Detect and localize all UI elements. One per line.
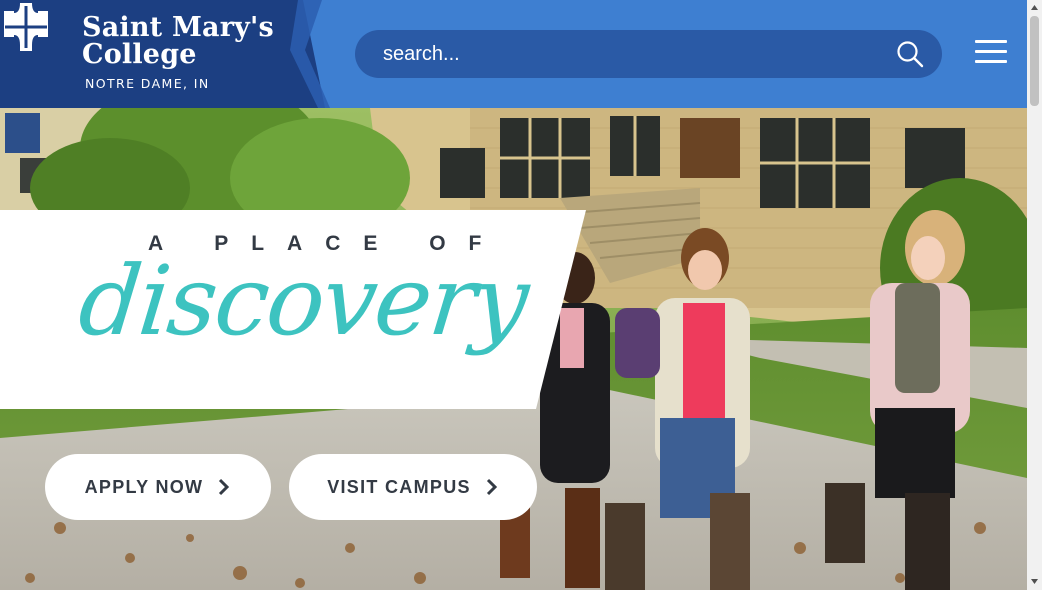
search-bar [355,30,942,78]
tagline-script: discovery [74,245,533,357]
apply-now-label: APPLY NOW [84,476,204,497]
search-input[interactable] [383,30,883,78]
search-icon[interactable] [896,40,924,68]
logo-name: Saint Mary's College [82,14,274,68]
menu-bar-top [975,40,1007,43]
visit-campus-label: VISIT CAMPUS [327,476,471,497]
chevron-right-icon [219,478,230,496]
hero-banner: A PLACE OF discovery APPLY NOW VISIT CAM… [0,108,1027,590]
scroll-down-arrow-icon[interactable] [1030,577,1039,586]
page-scrollbar[interactable] [1027,0,1042,590]
menu-bar-middle [975,50,1007,53]
logo-name-line2: College [82,39,197,70]
logo-name-line1: Saint Mary's [82,12,274,43]
hamburger-menu-icon[interactable] [975,38,1007,64]
apply-now-button[interactable]: APPLY NOW [45,454,271,520]
logo-link[interactable]: Saint Mary's College NOTRE DAME, IN [0,0,330,108]
chevron-right-icon [486,478,497,496]
page: Saint Mary's College NOTRE DAME, IN sear… [0,0,1027,590]
site-header: Saint Mary's College NOTRE DAME, IN [0,0,1027,108]
menu-bar-bottom [975,60,1007,63]
visit-campus-button[interactable]: VISIT CAMPUS [289,454,537,520]
cross-emblem-icon [4,3,48,51]
scroll-thumb[interactable] [1030,16,1039,106]
scroll-up-arrow-icon[interactable] [1030,3,1039,12]
logo-location: NOTRE DAME, IN [85,76,210,91]
